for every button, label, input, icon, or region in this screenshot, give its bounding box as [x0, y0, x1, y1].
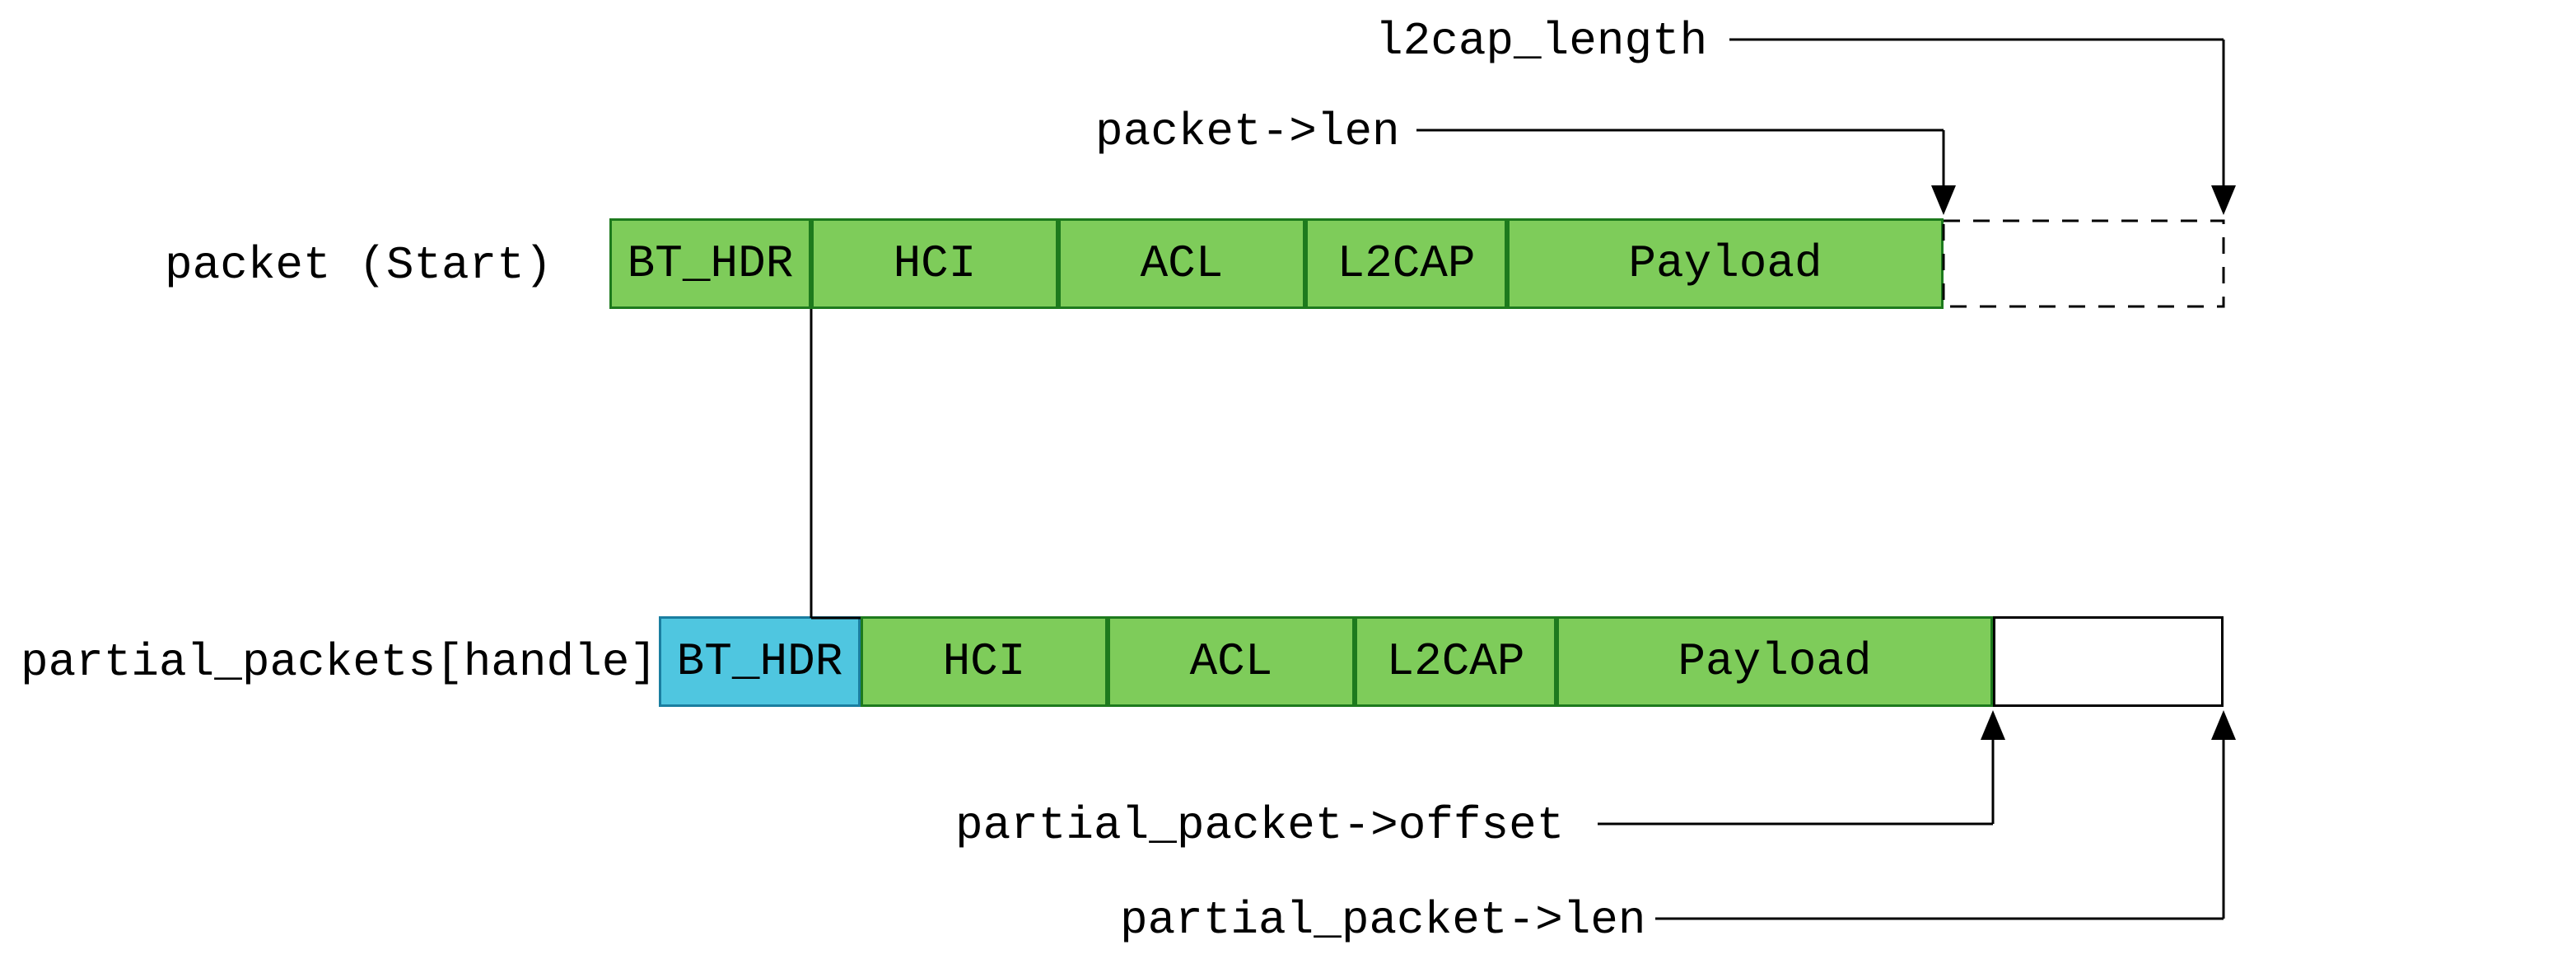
- segment-label: HCI: [894, 237, 977, 290]
- label-partial-offset: partial_packet->offset: [955, 799, 1564, 852]
- segment-label: L2CAP: [1337, 237, 1475, 290]
- dashed-overflow-box: [1944, 221, 2224, 306]
- segment-top-hci: HCI: [811, 218, 1058, 309]
- segment-label: BT_HDR: [677, 635, 843, 688]
- label-partial-len: partial_packet->len: [1120, 894, 1646, 947]
- segment-top-l2cap: L2CAP: [1305, 218, 1507, 309]
- segment-label: HCI: [943, 635, 1026, 688]
- segment-bottom-l2cap: L2CAP: [1355, 616, 1556, 707]
- segment-top-payload: Payload: [1507, 218, 1944, 309]
- segment-bottom-payload: Payload: [1556, 616, 1993, 707]
- label-packet-start: packet (Start): [165, 239, 552, 292]
- segment-top-acl: ACL: [1058, 218, 1305, 309]
- segment-label: ACL: [1190, 635, 1273, 688]
- segment-label: Payload: [1628, 237, 1822, 290]
- segment-bottom-bt-hdr: BT_HDR: [659, 616, 861, 707]
- segment-bottom-acl: ACL: [1108, 616, 1355, 707]
- segment-label: ACL: [1141, 237, 1224, 290]
- segment-top-bt-hdr: BT_HDR: [609, 218, 811, 309]
- segment-bottom-hci: HCI: [861, 616, 1108, 707]
- label-packet-len: packet->len: [1095, 105, 1400, 158]
- label-l2cap-length: l2cap_length: [1375, 15, 1707, 68]
- segment-bottom-empty: [1993, 616, 2224, 707]
- label-partial-packets: partial_packets[handle]: [21, 636, 657, 689]
- segment-label: L2CAP: [1386, 635, 1524, 688]
- segment-label: Payload: [1678, 635, 1871, 688]
- segment-label: BT_HDR: [628, 237, 794, 290]
